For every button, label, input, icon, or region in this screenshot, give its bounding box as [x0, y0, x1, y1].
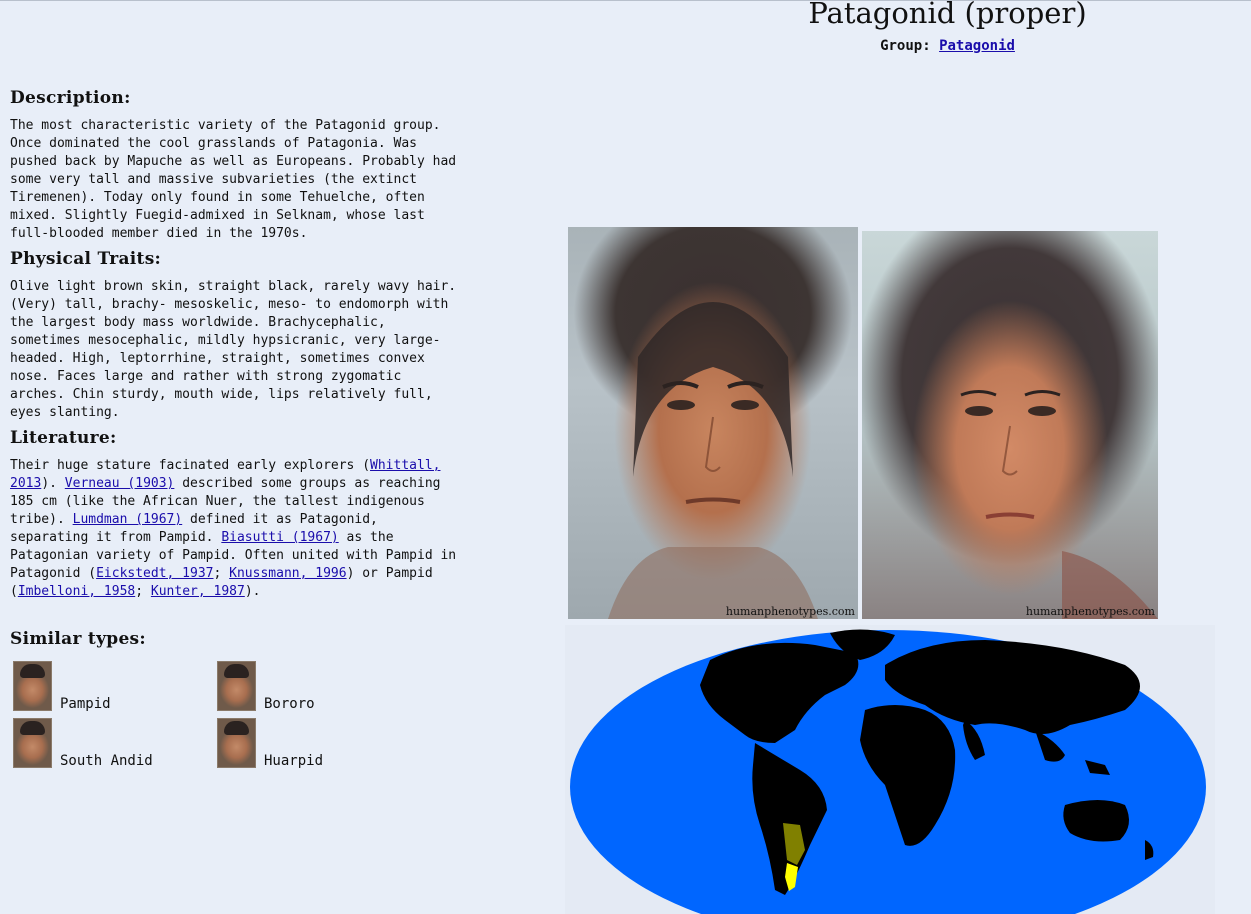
- similar-types-grid: Pampid Bororo South Andid Huarpid: [10, 661, 460, 781]
- ref-link-knussmann[interactable]: Knussmann, 1996: [229, 566, 346, 581]
- description-text: The most characteristic variety of the P…: [10, 118, 457, 241]
- literature-heading: Literature:: [10, 428, 117, 448]
- similar-type-thumbnail[interactable]: [13, 718, 52, 768]
- similar-type-thumbnail[interactable]: [13, 661, 52, 711]
- ref-link-verneau[interactable]: Verneau (1903): [65, 476, 175, 491]
- similar-types-heading: Similar types:: [10, 629, 147, 649]
- watermark: humanphenotypes.com: [1025, 605, 1155, 618]
- literature-text-part: ).: [41, 476, 65, 491]
- ref-link-lumdman[interactable]: Lumdman (1967): [73, 512, 183, 527]
- similar-type-label[interactable]: Pampid: [60, 697, 111, 711]
- similar-type-thumbnail[interactable]: [217, 718, 256, 768]
- physical-traits-heading: Physical Traits:: [10, 249, 162, 269]
- literature-text-part: ;: [213, 566, 230, 581]
- physical-traits-text: Olive light brown skin, straight black, …: [10, 279, 457, 420]
- page-title: Patagonid (proper): [808, 0, 1087, 30]
- ref-link-eickstedt[interactable]: Eickstedt, 1937: [96, 566, 213, 581]
- ref-link-kunter[interactable]: Kunter, 1987: [151, 584, 245, 599]
- similar-type-south-andid[interactable]: South Andid: [13, 718, 153, 768]
- similar-type-label[interactable]: Huarpid: [264, 754, 323, 768]
- watermark: humanphenotypes.com: [725, 605, 855, 618]
- literature-text-part: ;: [135, 584, 151, 599]
- group-link[interactable]: Patagonid: [939, 38, 1015, 54]
- male-phenotype-photo: humanphenotypes.com: [568, 227, 858, 619]
- similar-type-pampid[interactable]: Pampid: [13, 661, 111, 711]
- ref-link-imbelloni[interactable]: Imbelloni, 1958: [18, 584, 135, 599]
- similar-type-label[interactable]: Bororo: [264, 697, 315, 711]
- world-map-svg: [570, 629, 1206, 914]
- female-face-features: [960, 390, 1158, 619]
- literature-text-part: ).: [244, 584, 261, 599]
- ref-link-biasutti[interactable]: Biasutti (1967): [221, 530, 338, 545]
- group-label: Group:: [880, 38, 931, 54]
- similar-type-thumbnail[interactable]: [217, 661, 256, 711]
- literature-text: Their huge stature facinated early explo…: [10, 457, 460, 601]
- similar-type-label[interactable]: South Andid: [60, 754, 153, 768]
- distribution-world-map: [565, 625, 1215, 914]
- literature-text-part: Their huge stature facinated early explo…: [10, 458, 371, 473]
- description-heading: Description:: [10, 88, 131, 108]
- similar-type-bororo[interactable]: Bororo: [217, 661, 315, 711]
- group-line: Group: Patagonid: [660, 38, 1235, 54]
- female-phenotype-photo: humanphenotypes.com: [862, 231, 1158, 619]
- male-face-features: [608, 302, 818, 619]
- left-column: Description: The most characteristic var…: [10, 88, 460, 781]
- similar-type-huarpid[interactable]: Huarpid: [217, 718, 323, 768]
